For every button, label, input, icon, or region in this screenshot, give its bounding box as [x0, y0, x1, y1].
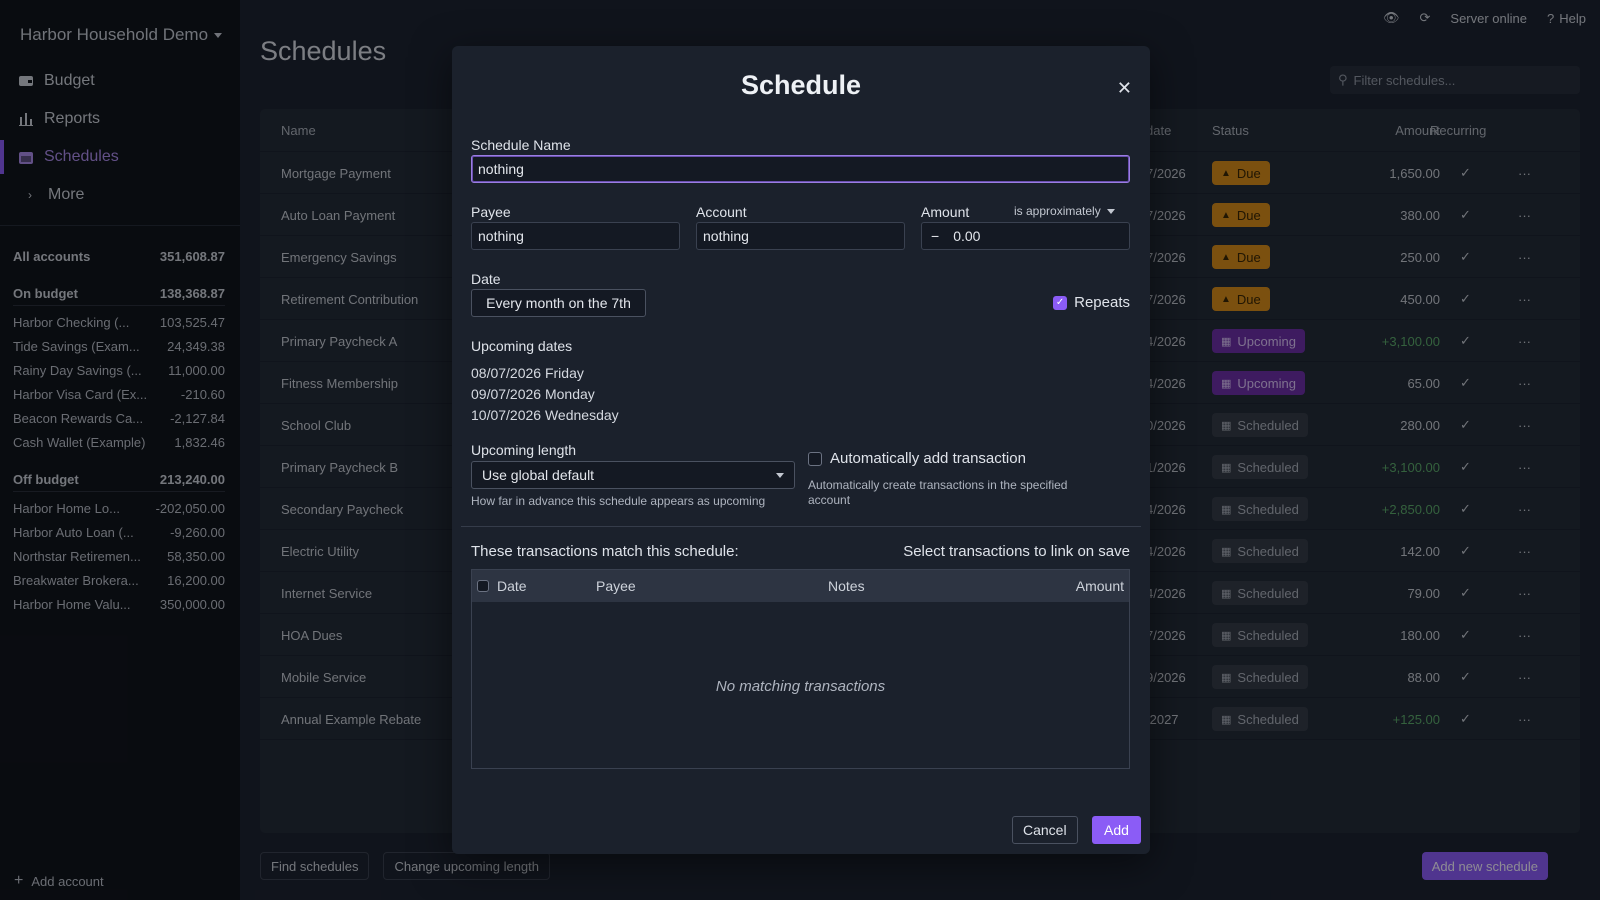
caret-down-icon [1106, 208, 1115, 214]
date-recurrence-button[interactable]: Every month on the 7th [471, 289, 646, 317]
payee-input[interactable]: nothing [471, 222, 680, 250]
amount-mode-value: is approximately [1014, 204, 1101, 218]
upcoming-length-select[interactable]: Use global default [471, 461, 795, 489]
repeats-checkbox[interactable]: ✓ Repeats [1053, 294, 1130, 311]
auto-add-label: Automatically add transaction [830, 450, 1026, 467]
add-button[interactable]: Add [1092, 816, 1141, 844]
upcoming-dates-label: Upcoming dates [471, 338, 573, 354]
payee-label: Payee [471, 204, 511, 220]
empty-state: No matching transactions [715, 678, 886, 695]
amount-input[interactable]: − 0.00 [921, 222, 1130, 250]
upcoming-length-help: How far in advance this schedule appears… [471, 494, 766, 508]
amount-mode-select[interactable]: is approximately [1014, 204, 1115, 218]
account-input[interactable]: nothing [696, 222, 905, 250]
select-all-checkbox[interactable] [477, 580, 489, 592]
upcoming-length-value: Use global default [482, 467, 595, 483]
upcoming-date: 08/07/2026 Friday [471, 365, 584, 381]
schedule-name-label: Schedule Name [471, 137, 571, 153]
column-notes: Notes [828, 578, 865, 594]
schedule-name-value: nothing [478, 161, 524, 177]
modal-title: Schedule [740, 70, 862, 100]
column-amount: Amount [1075, 578, 1124, 594]
matching-transactions-table: Date Payee Notes Amount No matching tran… [471, 569, 1130, 769]
upcoming-length-label: Upcoming length [471, 442, 577, 458]
schedule-name-input[interactable]: nothing [471, 155, 1130, 183]
date-label: Date [471, 271, 501, 287]
checkbox-checked-icon[interactable]: ✓ [1053, 295, 1068, 310]
upcoming-date: 10/07/2026 Wednesday [471, 407, 619, 423]
repeats-label: Repeats [1074, 294, 1130, 311]
checkbox-unchecked-icon[interactable] [808, 451, 822, 466]
upcoming-date: 09/07/2026 Monday [471, 386, 595, 402]
amount-sign-toggle[interactable]: − [931, 228, 939, 244]
amount-value: 0.00 [953, 228, 981, 244]
matching-transactions-label: These transactions match this schedule: [471, 543, 739, 560]
account-value: nothing [703, 228, 749, 244]
auto-add-checkbox[interactable]: Automatically add transaction [808, 450, 1026, 467]
divider [461, 526, 1141, 527]
account-label: Account [696, 204, 747, 220]
column-payee: Payee [596, 578, 636, 594]
upcoming-dates-list: 08/07/2026 Friday 09/07/2026 Monday 10/0… [471, 363, 619, 426]
select-transactions-label: Select transactions to link on save [903, 543, 1130, 560]
column-date: Date [497, 578, 527, 594]
cancel-button[interactable]: Cancel [1012, 816, 1078, 844]
close-icon[interactable]: ✕ [1117, 78, 1132, 99]
schedule-modal: Schedule ✕ Schedule Name nothing Payee n… [452, 46, 1150, 854]
amount-label: Amount [921, 204, 970, 220]
caret-down-icon [776, 472, 784, 478]
transactions-table-header: Date Payee Notes Amount [472, 570, 1129, 602]
auto-add-help: Automatically create transactions in the… [808, 478, 1068, 507]
payee-value: nothing [478, 228, 524, 244]
